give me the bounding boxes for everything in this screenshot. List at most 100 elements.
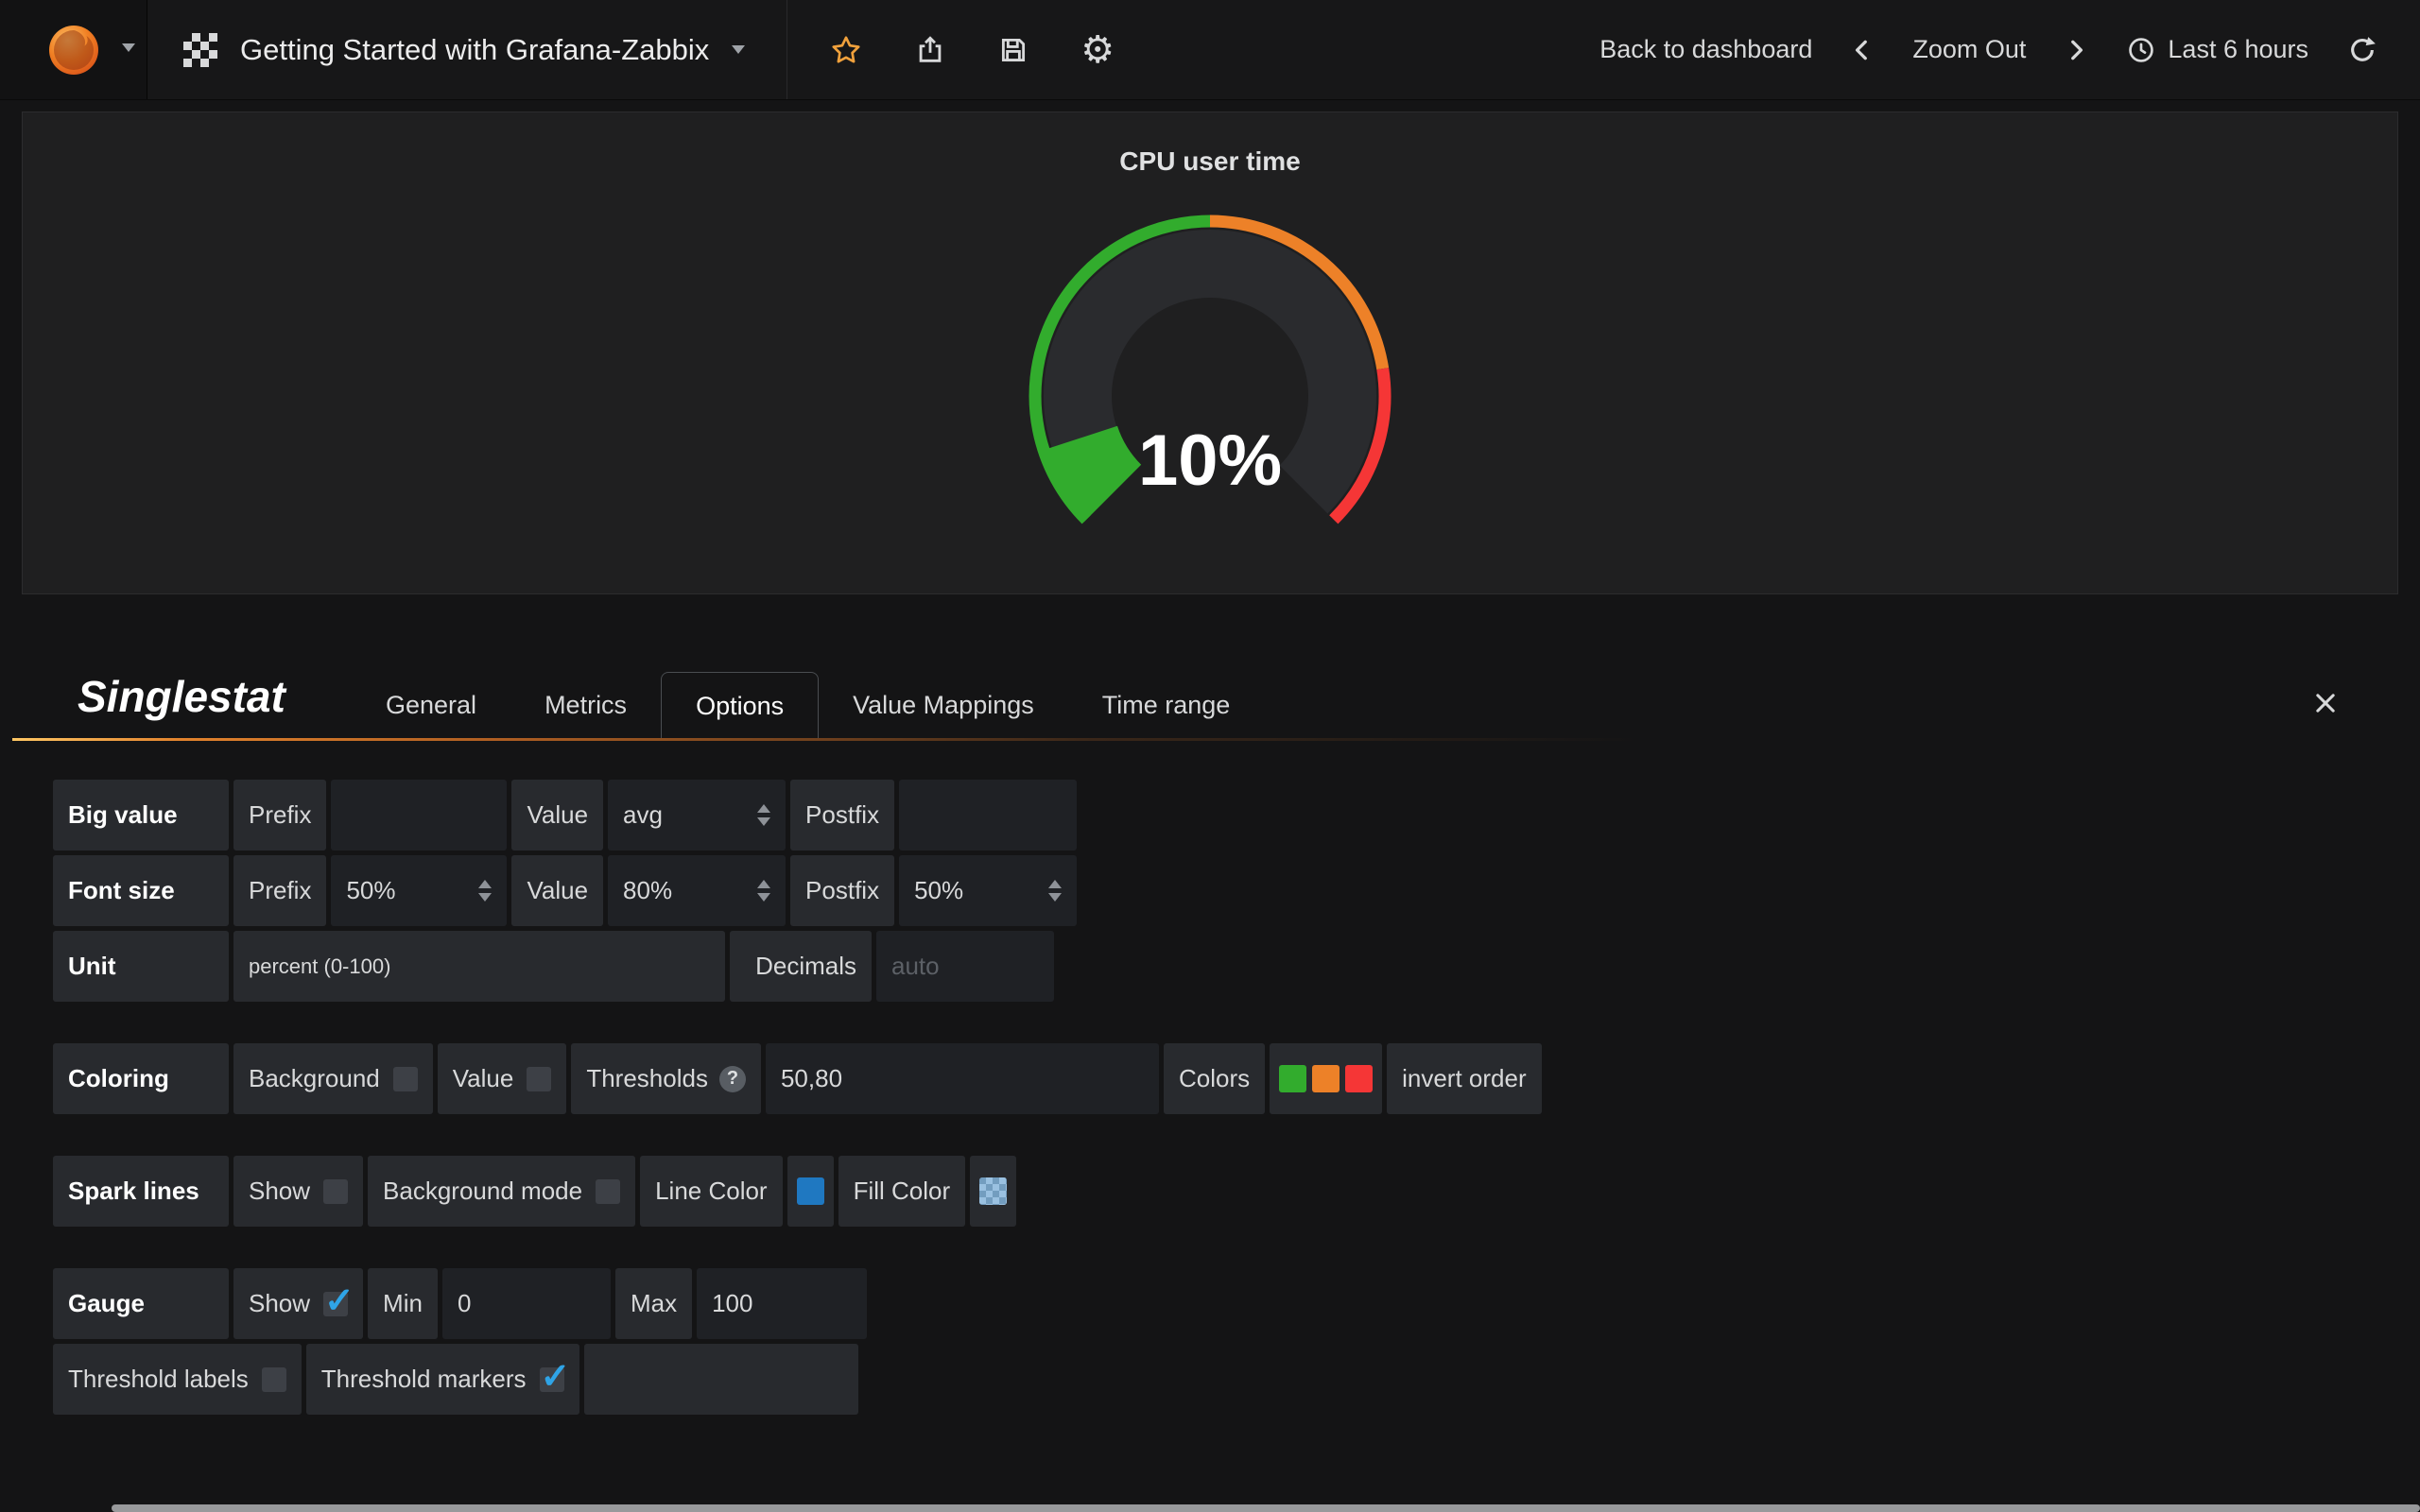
tab-general[interactable]: General	[352, 672, 510, 738]
threshold-toggles-row: Threshold labels Threshold markers	[53, 1344, 1542, 1415]
decimals-label: Decimals	[730, 931, 872, 1002]
gauge-label: Gauge	[53, 1268, 229, 1339]
unit-dropdown[interactable]: percent (0-100)	[233, 931, 725, 1002]
clock-icon	[2126, 35, 2156, 65]
horizontal-scrollbar[interactable]	[112, 1504, 2420, 1512]
big-value-postfix-input[interactable]	[899, 780, 1077, 850]
dashboard-grid-icon	[183, 33, 217, 67]
value-options-group: Big value Prefix Value avg Postfix Font …	[53, 780, 1542, 1002]
time-range-picker[interactable]: Last 6 hours	[2126, 35, 2308, 65]
gauge-min-input[interactable]	[442, 1268, 611, 1339]
zoom-out-button[interactable]: Zoom Out	[1912, 35, 2026, 64]
coloring-group: Coloring Background Value Thresholds Col…	[53, 1043, 1542, 1114]
coloring-row: Coloring Background Value Thresholds Col…	[53, 1043, 1542, 1114]
tab-accent-line	[12, 738, 2408, 741]
threshold-color-swatch[interactable]	[1345, 1065, 1373, 1092]
big-value-postfix-input-cell	[899, 780, 1077, 850]
dashboard-title-dropdown[interactable]: Getting Started with Grafana-Zabbix	[147, 0, 787, 99]
grafana-logo-icon	[46, 23, 101, 77]
fill-color-label: Fill Color	[838, 1156, 966, 1227]
settings-gear-icon[interactable]: ⚙	[1080, 31, 1115, 69]
invert-order-button[interactable]: invert order	[1387, 1043, 1542, 1114]
select-arrows-icon	[757, 880, 770, 902]
dashboard-title: Getting Started with Grafana-Zabbix	[240, 33, 709, 67]
chevron-right-icon[interactable]	[2064, 38, 2088, 62]
coloring-value-cell: Value	[438, 1043, 567, 1114]
filler-cell	[584, 1344, 858, 1415]
fill-color-cell	[970, 1156, 1016, 1227]
navbar-time-controls: Back to dashboard Zoom Out	[1599, 34, 2420, 66]
navbar-actions: ⚙	[787, 31, 1115, 69]
gauge-value-text: 10%	[1138, 421, 1282, 501]
threshold-color-swatch[interactable]	[1279, 1065, 1306, 1092]
gauge-value-arc	[1079, 438, 1113, 493]
tab-time-range[interactable]: Time range	[1068, 672, 1265, 738]
unit-label: Unit	[53, 931, 229, 1002]
gauge: 10%	[813, 112, 1607, 642]
close-icon[interactable]	[2312, 690, 2339, 716]
chevron-down-icon	[732, 45, 745, 54]
threshold-color-swatch[interactable]	[1312, 1065, 1340, 1092]
fill-color-swatch[interactable]	[979, 1177, 1007, 1205]
star-icon[interactable]	[829, 33, 863, 67]
gauge-show-cell: Show	[233, 1268, 363, 1339]
font-size-value-select[interactable]: 80%	[608, 855, 786, 926]
threshold-markers-checkbox[interactable]	[540, 1367, 564, 1392]
tab-value-mappings[interactable]: Value Mappings	[819, 672, 1068, 738]
spark-show-cell: Show	[233, 1156, 363, 1227]
gauge-max-input[interactable]	[697, 1268, 867, 1339]
font-size-label: Font size	[53, 855, 229, 926]
gauge-max-input-cell	[697, 1268, 867, 1339]
big-value-value-select[interactable]: avg	[608, 780, 786, 850]
panel-editor-header: Singlestat General Metrics Options Value…	[0, 652, 2420, 741]
decimals-input-cell	[876, 931, 1054, 1002]
gauge-show-checkbox[interactable]	[323, 1292, 348, 1316]
back-to-dashboard-button[interactable]: Back to dashboard	[1599, 35, 1812, 64]
coloring-background-checkbox[interactable]	[393, 1067, 418, 1091]
chevron-down-icon	[122, 43, 135, 52]
line-color-cell	[787, 1156, 834, 1227]
tab-metrics[interactable]: Metrics	[510, 672, 661, 738]
spark-background-mode-checkbox[interactable]	[596, 1179, 620, 1204]
grafana-logo-button[interactable]	[0, 0, 147, 99]
colors-label: Colors	[1164, 1043, 1265, 1114]
thresholds-input[interactable]	[766, 1043, 1159, 1114]
editor-tabs: General Metrics Options Value Mappings T…	[352, 672, 1264, 738]
font-size-value-label: Value	[511, 855, 603, 926]
options-form: Big value Prefix Value avg Postfix Font …	[53, 780, 1542, 1456]
navbar: Getting Started with Grafana-Zabbix	[0, 0, 2420, 100]
threshold-colors-cell	[1270, 1043, 1382, 1114]
line-color-swatch[interactable]	[797, 1177, 824, 1205]
spark-lines-row: Spark lines Show Background mode Line Co…	[53, 1156, 1542, 1227]
share-icon[interactable]	[914, 34, 946, 66]
big-value-prefix-input-cell	[331, 780, 507, 850]
font-size-prefix-select[interactable]: 50%	[331, 855, 507, 926]
thresholds-input-cell	[766, 1043, 1159, 1114]
big-value-prefix-label: Prefix	[233, 780, 326, 850]
help-icon[interactable]	[719, 1066, 746, 1092]
tab-options[interactable]: Options	[661, 672, 819, 738]
font-size-postfix-select[interactable]: 50%	[899, 855, 1077, 926]
spark-lines-label: Spark lines	[53, 1156, 229, 1227]
panel-type-title: Singlestat	[78, 671, 285, 722]
coloring-value-checkbox[interactable]	[527, 1067, 551, 1091]
big-value-postfix-label: Postfix	[790, 780, 894, 850]
font-size-row: Font size Prefix 50% Value 80% Postfix 5…	[53, 855, 1542, 926]
spark-lines-group: Spark lines Show Background mode Line Co…	[53, 1156, 1542, 1227]
threshold-labels-checkbox[interactable]	[262, 1367, 286, 1392]
time-range-label: Last 6 hours	[2168, 35, 2308, 64]
gauge-min-input-cell	[442, 1268, 611, 1339]
big-value-prefix-input[interactable]	[331, 780, 507, 850]
gauge-min-label: Min	[368, 1268, 438, 1339]
font-size-prefix-label: Prefix	[233, 855, 326, 926]
select-arrows-icon	[478, 880, 492, 902]
spark-show-checkbox[interactable]	[323, 1179, 348, 1204]
decimals-input[interactable]	[876, 931, 1054, 1002]
threshold-labels-cell: Threshold labels	[53, 1344, 302, 1415]
chevron-left-icon[interactable]	[1850, 38, 1875, 62]
refresh-icon[interactable]	[2346, 34, 2378, 66]
save-icon[interactable]	[997, 34, 1029, 66]
coloring-background-cell: Background	[233, 1043, 433, 1114]
big-value-row: Big value Prefix Value avg Postfix	[53, 780, 1542, 850]
big-value-label: Big value	[53, 780, 229, 850]
